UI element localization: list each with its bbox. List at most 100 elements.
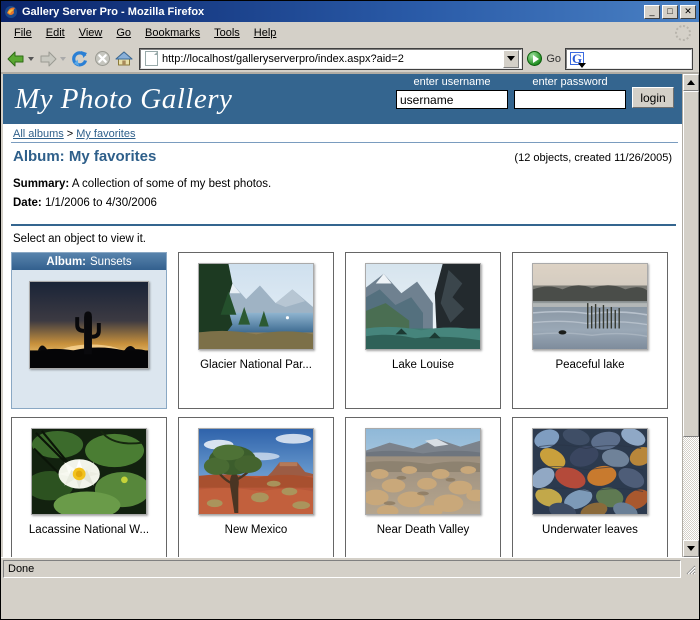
thumbnail-grid: Album: Sunsets Glacier National Par... L… xyxy=(3,252,682,557)
navigation-toolbar: http://localhost/galleryserverpro/index.… xyxy=(1,45,699,73)
media-tile-caption: Glacier National Par... xyxy=(200,359,312,371)
media-tile-lake-louise[interactable]: Lake Louise xyxy=(345,252,501,409)
close-button[interactable]: ✕ xyxy=(680,4,696,19)
summary-line: Summary: A collection of some of my best… xyxy=(13,178,672,190)
gallery-header: My Photo Gallery enter username username… xyxy=(3,74,682,124)
menu-view[interactable]: View xyxy=(72,25,110,41)
address-bar[interactable]: http://localhost/galleryserverpro/index.… xyxy=(138,47,524,70)
date-value: 1/1/2006 to 4/30/2006 xyxy=(44,197,157,209)
media-tile-caption: Peaceful lake xyxy=(555,359,625,371)
page-icon xyxy=(145,51,158,66)
media-tile-lacassine[interactable]: Lacassine National W... xyxy=(11,417,167,557)
menu-help[interactable]: Help xyxy=(247,25,284,41)
forward-arrow-icon xyxy=(40,51,57,66)
back-dropdown-icon[interactable] xyxy=(28,56,34,61)
thumbnail-sunset-cactus[interactable] xyxy=(29,281,149,369)
login-form: enter username username enter password l… xyxy=(396,76,674,109)
media-tile-underwater-leaves[interactable]: Underwater leaves xyxy=(512,417,668,557)
thumbnail-peaceful-lake[interactable] xyxy=(532,263,648,350)
album-title-row: Album: My favorites (12 objects, created… xyxy=(3,143,682,169)
minimize-icon: _ xyxy=(649,5,655,16)
home-icon xyxy=(115,51,133,66)
back-button[interactable] xyxy=(5,48,27,70)
forward-button[interactable] xyxy=(37,48,59,70)
thumbnail-glacier-lake[interactable] xyxy=(198,263,314,350)
menu-go-label: Go xyxy=(116,27,132,39)
thumbnail-death-valley[interactable] xyxy=(365,428,481,515)
media-tile-caption: Lacassine National W... xyxy=(28,524,150,536)
menu-bookmarks-label: Bookmarks xyxy=(145,27,201,39)
album-tile-prefix: Album: xyxy=(46,255,87,268)
menu-bar: File Edit View Go Bookmarks Tools Help xyxy=(1,22,699,45)
scroll-up-button[interactable] xyxy=(683,74,699,91)
menu-bookmarks[interactable]: Bookmarks xyxy=(138,25,207,41)
go-button[interactable]: Go xyxy=(525,51,566,66)
media-tile-glacier[interactable]: Glacier National Par... xyxy=(178,252,334,409)
username-label: enter username xyxy=(413,76,491,88)
menu-file-label: File xyxy=(14,27,32,39)
forward-dropdown-icon[interactable] xyxy=(60,56,66,61)
media-tile-caption: Lake Louise xyxy=(391,359,455,371)
scrollbar-thumb[interactable] xyxy=(683,91,699,437)
vertical-scrollbar[interactable] xyxy=(682,74,699,557)
menu-tools[interactable]: Tools xyxy=(207,25,247,41)
album-tile-header: Album: Sunsets xyxy=(12,253,166,270)
menu-help-label: Help xyxy=(253,27,277,39)
breadcrumb-current[interactable]: My favorites xyxy=(76,128,135,140)
reload-icon xyxy=(72,51,88,67)
maximize-button[interactable]: □ xyxy=(662,4,678,19)
scrollbar-track[interactable] xyxy=(683,91,699,540)
back-arrow-icon xyxy=(7,51,24,66)
go-arrow-icon xyxy=(527,51,543,66)
menu-go[interactable]: Go xyxy=(109,25,138,41)
go-label: Go xyxy=(546,52,561,65)
breadcrumb-all-albums[interactable]: All albums xyxy=(13,128,64,140)
scroll-down-button[interactable] xyxy=(683,540,699,557)
thumbnail-new-mexico[interactable] xyxy=(198,428,314,515)
media-tile-peaceful-lake[interactable]: Peaceful lake xyxy=(512,252,668,409)
menu-edit[interactable]: Edit xyxy=(39,25,72,41)
search-bar[interactable]: G xyxy=(565,47,693,70)
status-text: Done xyxy=(3,559,681,578)
chevron-down-icon xyxy=(507,56,516,61)
menu-edit-label: Edit xyxy=(45,27,65,39)
google-g-icon[interactable]: G xyxy=(570,52,587,68)
browser-window: Gallery Server Pro - Mozilla Firefox _ □… xyxy=(0,0,700,620)
site-title: My Photo Gallery xyxy=(15,82,233,115)
album-tile-name: Sunsets xyxy=(90,255,132,268)
thumbnail-underwater-leaves[interactable] xyxy=(532,428,648,515)
address-dropdown-button[interactable] xyxy=(503,49,520,68)
album-tile-sunsets[interactable]: Album: Sunsets xyxy=(11,252,167,409)
thumbnail-lake-louise[interactable] xyxy=(365,263,481,350)
menu-tools-label: Tools xyxy=(214,27,240,39)
summary-label: Summary: xyxy=(13,178,70,190)
title-bar: Gallery Server Pro - Mozilla Firefox _ □… xyxy=(1,1,699,22)
media-tile-death-valley[interactable]: Near Death Valley xyxy=(345,417,501,557)
instruction-text: Select an object to view it. xyxy=(3,226,682,252)
stop-button[interactable] xyxy=(91,48,113,70)
media-tile-caption: New Mexico xyxy=(224,524,288,536)
window-title: Gallery Server Pro - Mozilla Firefox xyxy=(22,5,205,18)
firefox-icon xyxy=(4,5,18,19)
summary-value: A collection of some of my best photos. xyxy=(71,178,272,190)
window-controls: _ □ ✕ xyxy=(644,4,697,19)
reload-button[interactable] xyxy=(69,48,91,70)
media-tile-new-mexico[interactable]: New Mexico xyxy=(178,417,334,557)
login-button[interactable]: login xyxy=(632,87,674,108)
menu-view-label: View xyxy=(78,27,103,39)
thumbnail-water-lily[interactable] xyxy=(31,428,147,515)
url-text[interactable]: http://localhost/galleryserverpro/index.… xyxy=(162,53,503,65)
status-bar: Done xyxy=(1,557,699,579)
date-line: Date: 1/1/2006 to 4/30/2006 xyxy=(13,197,672,209)
password-input[interactable] xyxy=(514,90,626,109)
username-input[interactable]: username xyxy=(396,90,508,109)
album-meta: (12 objects, created 11/26/2005) xyxy=(514,152,672,164)
resize-grip-icon[interactable] xyxy=(683,562,697,576)
stop-icon xyxy=(94,51,110,66)
maximize-icon: □ xyxy=(667,6,673,16)
password-label: enter password xyxy=(532,76,608,88)
menu-file[interactable]: File xyxy=(7,25,39,41)
minimize-button[interactable]: _ xyxy=(644,4,660,19)
home-button[interactable] xyxy=(113,48,135,70)
close-icon: ✕ xyxy=(684,6,692,16)
